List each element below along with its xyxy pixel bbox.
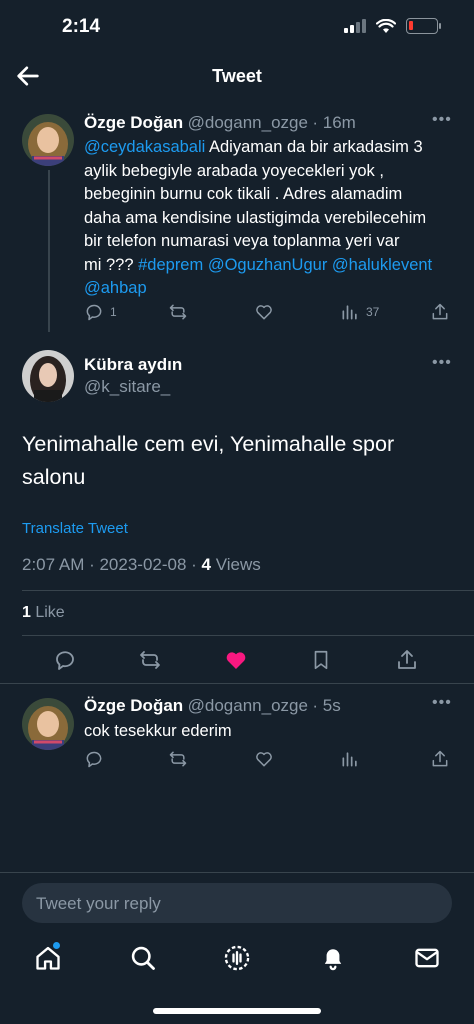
bookmark-button[interactable] — [310, 648, 332, 677]
mention-link[interactable]: @ahbap — [84, 279, 147, 297]
reply-button[interactable] — [53, 648, 77, 677]
avatar[interactable] — [22, 114, 74, 166]
divider — [0, 872, 474, 873]
heart-filled-icon — [226, 652, 246, 669]
like-button[interactable] — [254, 302, 274, 322]
retweet-button[interactable] — [137, 648, 163, 677]
cellular-signal-icon — [344, 19, 366, 33]
tweet-header: Özge Doğan @dogann_ozge · 5s — [84, 696, 424, 716]
search-icon — [131, 946, 155, 970]
like-button[interactable] — [254, 749, 274, 774]
bookmark-icon — [314, 650, 328, 670]
tweet-timestamp: 2:07 AM · 2023-02-08 · 4 Views — [22, 555, 261, 574]
views-count[interactable]: 4 — [202, 555, 211, 574]
tweet-time: · 16m — [312, 113, 356, 132]
mail-icon — [415, 948, 439, 968]
more-options-icon[interactable]: ••• — [432, 111, 452, 129]
thread-line — [48, 170, 50, 332]
retweet-icon — [169, 304, 187, 320]
battery-icon — [406, 18, 441, 34]
tweet-actions: 1 37 — [84, 302, 454, 322]
page-title: Tweet — [212, 66, 262, 86]
views-button[interactable]: 37 — [340, 302, 379, 322]
user-handle[interactable]: @dogann_ozge — [188, 113, 308, 132]
tweet-text: @ceydakasabali Adiyaman da bir arkadasim… — [84, 138, 433, 297]
nav-spaces[interactable] — [223, 944, 251, 977]
spaces-icon — [224, 945, 250, 971]
status-time: 2:14 — [62, 16, 101, 37]
user-handle[interactable]: @dogann_ozge — [188, 696, 308, 715]
analytics-icon — [342, 752, 357, 767]
heart-icon — [256, 305, 272, 320]
nav-search[interactable] — [129, 944, 157, 977]
retweet-icon — [140, 651, 160, 669]
reply-count: 1 — [110, 305, 117, 319]
status-icons — [344, 18, 441, 34]
display-name[interactable]: Özge Doğan — [84, 696, 183, 715]
share-button[interactable] — [430, 749, 450, 774]
reply-icon — [86, 751, 102, 768]
nav-home[interactable] — [34, 942, 62, 977]
bottom-nav — [0, 938, 474, 982]
user-handle[interactable]: @k_sitare_ — [84, 377, 170, 397]
heart-icon — [256, 752, 272, 767]
mention-link[interactable]: @ceydakasabali — [84, 138, 205, 156]
nav-notifications[interactable] — [319, 944, 347, 977]
share-icon — [398, 650, 416, 669]
tweet-time: · 5s — [312, 696, 341, 715]
likes-count: 1 — [22, 604, 31, 621]
display-name[interactable]: Özge Doğan — [84, 113, 183, 132]
avatar[interactable] — [22, 698, 74, 750]
tweet-header: Özge Doğan @dogann_ozge · 16m — [84, 113, 454, 133]
reply-button[interactable] — [84, 749, 104, 774]
divider — [22, 590, 474, 591]
more-options-icon[interactable]: ••• — [432, 354, 452, 372]
tweet-text: Yenimahalle cem evi, Yenimahalle spor sa… — [22, 432, 395, 489]
wifi-icon — [376, 18, 396, 33]
mention-link[interactable]: @haluklevent — [332, 256, 432, 274]
reply-icon — [56, 651, 74, 670]
likes-stat[interactable]: 1 Like — [22, 604, 65, 622]
avatar[interactable] — [22, 350, 74, 402]
divider — [22, 635, 474, 636]
tweet-text: cok tesekkur ederim — [84, 722, 232, 740]
share-button[interactable] — [430, 302, 450, 322]
views-button[interactable] — [340, 749, 360, 774]
retweet-button[interactable] — [168, 302, 188, 322]
retweet-icon — [169, 751, 187, 767]
home-indicator — [153, 1008, 321, 1014]
share-button[interactable] — [395, 648, 419, 677]
more-options-icon[interactable]: ••• — [432, 694, 452, 712]
notification-dot — [53, 942, 60, 949]
share-icon — [432, 750, 448, 767]
display-name[interactable]: Kübra aydın — [84, 355, 182, 375]
main-tweet-actions — [0, 646, 474, 676]
hashtag-link[interactable]: #deprem — [138, 256, 203, 274]
mention-link[interactable]: @OguzhanUgur — [208, 256, 327, 274]
reply-input[interactable]: Tweet your reply — [22, 883, 452, 923]
divider — [0, 683, 474, 684]
reply-icon — [86, 304, 102, 321]
translate-tweet-link[interactable]: Translate Tweet — [22, 520, 128, 537]
retweet-button[interactable] — [168, 749, 188, 774]
analytics-icon — [342, 305, 357, 320]
share-icon — [432, 303, 448, 320]
tweet-actions — [84, 749, 454, 769]
nav-messages[interactable] — [413, 944, 441, 977]
like-button[interactable] — [224, 648, 248, 677]
bell-icon — [324, 949, 342, 971]
view-count: 37 — [366, 305, 380, 319]
reply-button[interactable]: 1 — [84, 302, 117, 322]
